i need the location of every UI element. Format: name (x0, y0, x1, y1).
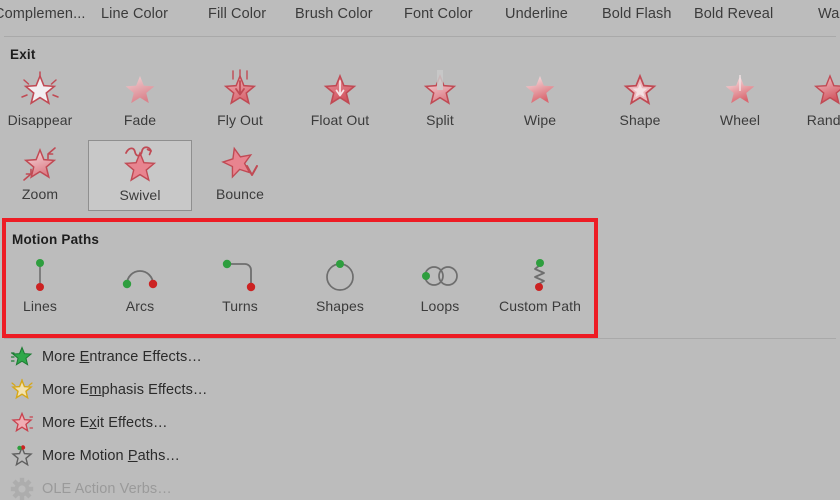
menu-item-label: More Motion Paths… (42, 447, 181, 464)
star-zoom-icon (12, 142, 68, 186)
red-star-icon (8, 410, 36, 436)
exit-effect-label: Bounce (215, 186, 265, 202)
exit-effect-tile[interactable]: Split (390, 66, 490, 136)
motion-path-tile[interactable]: Custom Path (490, 252, 590, 322)
motion-path-label: Shapes (315, 298, 365, 314)
exit-effect-tile[interactable]: Disappear (0, 66, 90, 136)
motion-path-label: Lines (23, 298, 57, 314)
exit-effect-tile[interactable]: Wipe (490, 66, 590, 136)
outline-star-icon (8, 443, 36, 469)
exit-effect-label: Disappear (7, 112, 73, 128)
path-loops-icon (412, 254, 468, 298)
motion-path-tile[interactable]: Lines (0, 252, 90, 322)
exit-effect-label: Swivel (119, 187, 161, 203)
yellow-star-icon (8, 377, 36, 403)
menu-item-label: OLE Action Verbs… (42, 480, 172, 497)
motion-path-tile[interactable]: Shapes (290, 252, 390, 322)
exit-effect-tile[interactable]: Fly Out (190, 66, 290, 136)
top-gallery-item[interactable]: Complemen... (0, 6, 85, 22)
menu-item-label: More Entrance Effects… (42, 348, 202, 365)
motion-path-label: Loops (420, 298, 460, 314)
path-custom-icon (512, 254, 568, 298)
star-split-icon (412, 68, 468, 112)
star-wheel-icon (712, 68, 768, 112)
divider-below-motion-paths (4, 338, 836, 339)
menu-item[interactable]: More Motion Paths… (0, 439, 840, 472)
exit-effect-tile[interactable]: Fade (90, 66, 190, 136)
top-gallery-item[interactable]: Fill Color (208, 6, 266, 22)
menu-item[interactable]: More Exit Effects… (0, 406, 840, 439)
exit-effect-tile[interactable]: Bounce (190, 140, 290, 210)
exit-effect-tile[interactable]: Float Out (290, 66, 390, 136)
top-gallery-item[interactable]: Underline (505, 6, 568, 22)
exit-effect-tile[interactable]: Randor (780, 66, 840, 136)
motion-paths-section-header: Motion Paths (12, 232, 100, 247)
motion-path-tile[interactable]: Turns (190, 252, 290, 322)
path-lines-icon (12, 254, 68, 298)
exit-effect-label: Float Out (310, 112, 370, 128)
exit-effect-tile[interactable]: Swivel (88, 140, 192, 211)
menu-item: OLE Action Verbs… (0, 472, 840, 500)
exit-effect-label: Wheel (719, 112, 761, 128)
exit-section-header: Exit (10, 47, 36, 62)
star-disappear-icon (12, 68, 68, 112)
exit-effect-tile[interactable]: Shape (590, 66, 690, 136)
motion-path-tile[interactable]: Arcs (90, 252, 190, 322)
star-float-out-icon (312, 68, 368, 112)
menu-item-label: More Emphasis Effects… (42, 381, 208, 398)
exit-effect-label: Wipe (523, 112, 557, 128)
star-shape-icon (612, 68, 668, 112)
exit-effect-label: Zoom (21, 186, 59, 202)
top-gallery-item[interactable]: Bold Reveal (694, 6, 773, 22)
exit-effect-label: Shape (619, 112, 661, 128)
exit-effect-label: Randor (806, 112, 840, 128)
path-shapes-icon (312, 254, 368, 298)
motion-path-label: Arcs (125, 298, 155, 314)
menu-item[interactable]: More Entrance Effects… (0, 340, 840, 373)
star-swivel-icon (112, 143, 168, 187)
top-gallery-item[interactable]: Font Color (404, 6, 473, 22)
star-fade-icon (112, 68, 168, 112)
top-gallery-item[interactable]: Wa (818, 6, 839, 22)
top-gallery-item[interactable]: Bold Flash (602, 6, 672, 22)
menu-item-label: More Exit Effects… (42, 414, 168, 431)
animation-gallery-dropdown: Complemen... Line Color Fill Color Brush Co… (0, 0, 840, 500)
green-star-icon (8, 344, 36, 370)
top-gallery-item[interactable]: Line Color (101, 6, 168, 22)
star-bounce-icon (212, 142, 268, 186)
motion-path-label: Turns (222, 298, 258, 314)
motion-path-tile[interactable]: Loops (390, 252, 490, 322)
top-gallery-item[interactable]: Brush Color (295, 6, 373, 22)
motion-path-label: Custom Path (498, 298, 582, 314)
divider-top (4, 36, 836, 37)
path-arcs-icon (112, 254, 168, 298)
star-wipe-icon (512, 68, 568, 112)
star-fly-out-icon (212, 68, 268, 112)
top-gallery-row: Complemen... Line Color Fill Color Brush Co… (0, 0, 840, 36)
menu-item[interactable]: More Emphasis Effects… (0, 373, 840, 406)
exit-effect-label: Fade (123, 112, 157, 128)
exit-effect-tile[interactable]: Wheel (690, 66, 790, 136)
gear-icon (8, 476, 36, 500)
exit-effect-label: Split (426, 112, 454, 128)
path-turns-icon (212, 254, 268, 298)
exit-effect-tile[interactable]: Zoom (0, 140, 90, 210)
exit-effect-label: Fly Out (217, 112, 263, 128)
star-random-icon (802, 68, 840, 112)
